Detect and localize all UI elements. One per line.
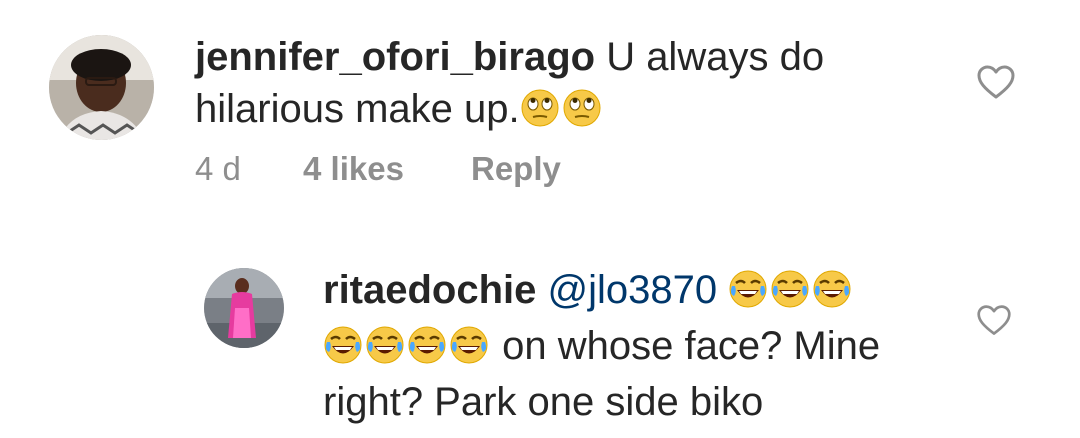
avatar-jennifer[interactable]	[49, 35, 154, 140]
comment-1-age: 4 d	[195, 150, 241, 187]
comment-1-text-line1: U always do	[606, 35, 825, 79]
heart-outline-icon	[977, 305, 1011, 335]
comment-1-line2: hilarious make up.	[195, 85, 935, 139]
face-with-tears-of-joy-icon	[449, 325, 489, 376]
face-with-tears-of-joy-icon	[770, 269, 810, 320]
face-with-rolling-eyes-icon	[562, 88, 602, 139]
comment-1: jennifer_ofori_birago U always do hilari…	[0, 0, 1080, 200]
comment-2-emoji-group-2	[323, 324, 491, 368]
avatar-ritaedochie[interactable]	[204, 268, 284, 348]
comment-1-meta: 4 d 4 likes Reply	[195, 150, 561, 188]
comment-2-emoji-group-1	[728, 268, 854, 312]
comment-1-text-line2: hilarious make up.	[195, 87, 520, 131]
comment-2-line1: ritaedochie @jlo3870	[323, 266, 943, 320]
comment-2-line2: on whose face? Mine	[323, 322, 943, 376]
comment-2-like-button[interactable]	[976, 303, 1012, 339]
comment-2-mention[interactable]: @jlo3870	[548, 268, 718, 312]
comment-2-body: ritaedochie @jlo3870 on whose face? Mine…	[323, 266, 943, 426]
comment-2-username[interactable]: ritaedochie	[323, 268, 536, 312]
comment-1-body: jennifer_ofori_birago U always do hilari…	[195, 33, 935, 139]
face-with-tears-of-joy-icon	[812, 269, 852, 320]
face-with-tears-of-joy-icon	[323, 325, 363, 376]
face-with-tears-of-joy-icon	[407, 325, 447, 376]
heart-outline-icon	[977, 65, 1015, 99]
comment-2-line3: right? Park one side biko	[323, 378, 943, 426]
comment-1-like-button[interactable]	[976, 63, 1016, 103]
comment-1-likes[interactable]: 4 likes	[303, 150, 471, 188]
face-with-tears-of-joy-icon	[728, 269, 768, 320]
comment-2-text-line3: right? Park one side biko	[323, 380, 764, 424]
face-with-tears-of-joy-icon	[365, 325, 405, 376]
comment-1-line1: jennifer_ofori_birago U always do	[195, 33, 935, 81]
comment-1-username[interactable]: jennifer_ofori_birago	[195, 35, 595, 79]
comment-2-text-line2: on whose face? Mine	[502, 324, 881, 368]
avatar-ritaedochie-image	[204, 268, 284, 348]
comment-1-reply-button[interactable]: Reply	[471, 150, 561, 188]
avatar-jennifer-image	[49, 35, 154, 140]
face-with-rolling-eyes-icon	[520, 88, 560, 139]
comment-2: ritaedochie @jlo3870 on whose face? Mine…	[0, 250, 1080, 438]
